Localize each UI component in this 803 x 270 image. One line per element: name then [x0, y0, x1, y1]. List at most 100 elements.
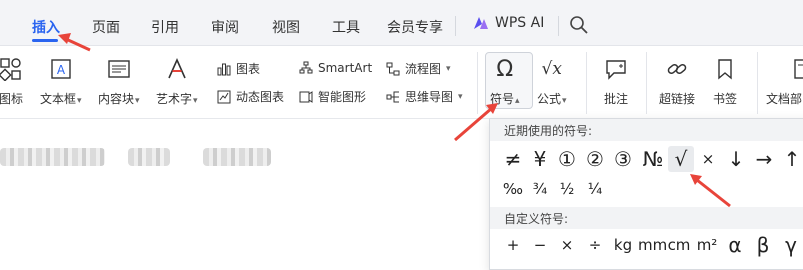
- symbol-item[interactable]: ①: [554, 146, 580, 172]
- symbol-item[interactable]: ③: [610, 146, 636, 172]
- symbol-item[interactable]: kg: [610, 232, 636, 258]
- content-block-icon: [106, 56, 132, 82]
- tab-view[interactable]: 视图: [272, 17, 300, 37]
- smart-shape-button[interactable]: 智能图形: [298, 88, 366, 105]
- chevron-down-icon: ▾: [446, 63, 451, 74]
- hyperlink-button[interactable]: 超链接: [659, 56, 695, 107]
- symbol-item[interactable]: ¥: [527, 146, 553, 172]
- svg-text:A: A: [57, 63, 66, 77]
- symbol-item[interactable]: β: [750, 232, 776, 258]
- content-block-button[interactable]: 内容块▾: [98, 56, 140, 107]
- symbol-item[interactable]: α: [722, 232, 748, 258]
- symbol-item[interactable]: ½: [554, 176, 580, 202]
- smartart-button[interactable]: SmartArt: [298, 60, 372, 76]
- wps-ai-button[interactable]: WPS AI: [473, 15, 544, 31]
- omega-icon: Ω: [496, 56, 514, 82]
- symbol-dropdown-panel: 近期使用的符号: ≠ ¥ ① ② ③ № √ × ↓ → ↑ ‰ ¾ ½ ¼ 自…: [489, 118, 803, 270]
- chevron-down-icon: ▾: [193, 96, 198, 106]
- chevron-down-icon: ▾: [135, 96, 140, 106]
- chevron-up-icon: ▴: [515, 96, 520, 106]
- blurred-document-text: [128, 148, 170, 166]
- symbol-item[interactable]: №: [640, 146, 666, 172]
- tab-review[interactable]: 审阅: [211, 17, 239, 37]
- tab-tools[interactable]: 工具: [332, 17, 360, 37]
- textbox-label: 文本框: [40, 92, 77, 106]
- formula-label: 公式: [537, 92, 562, 106]
- active-tab-indicator: [32, 39, 58, 42]
- comment-button[interactable]: 批注: [603, 56, 629, 107]
- icon-insert-button[interactable]: 图标: [0, 56, 24, 107]
- doc-parts-button[interactable]: 文档部: [766, 56, 803, 107]
- mindmap-label: 思维导图: [405, 90, 454, 104]
- flowchart-icon: [385, 61, 401, 77]
- chart-button[interactable]: 图表: [216, 60, 260, 77]
- wordart-button[interactable]: 艺术字▾: [156, 56, 198, 107]
- symbol-item[interactable]: m²: [694, 232, 720, 258]
- dynamic-chart-icon: [216, 89, 232, 105]
- symbol-item[interactable]: ¾: [527, 176, 553, 202]
- symbol-item[interactable]: ↓: [723, 146, 749, 172]
- search-icon[interactable]: [569, 15, 589, 35]
- smart-shape-label: 智能图形: [318, 90, 367, 104]
- blurred-document-text: [0, 148, 105, 166]
- bar-chart-icon: [216, 61, 232, 77]
- symbol-item[interactable]: γ: [778, 232, 803, 258]
- tab-page[interactable]: 页面: [92, 17, 120, 37]
- symbol-item[interactable]: ②: [582, 146, 608, 172]
- chevron-down-icon: ▾: [562, 96, 567, 106]
- symbol-item[interactable]: cm: [666, 232, 692, 258]
- symbol-item[interactable]: ¼: [582, 176, 608, 202]
- recent-symbols-header: 近期使用的符号:: [490, 119, 803, 141]
- tab-references[interactable]: 引用: [151, 17, 179, 37]
- dynamic-chart-button[interactable]: 动态图表: [216, 88, 284, 105]
- flowchart-button[interactable]: 流程图 ▾: [385, 60, 451, 77]
- tab-divider: [455, 16, 456, 36]
- comment-icon: [603, 56, 629, 82]
- custom-symbols-title: 自定义符号:: [504, 212, 569, 226]
- symbol-item[interactable]: ×: [554, 232, 580, 258]
- symbol-button[interactable]: Ω 符号▴: [490, 56, 520, 107]
- symbol-item-square-root[interactable]: √: [668, 146, 694, 172]
- tab-member[interactable]: 会员专享: [387, 17, 443, 37]
- mindmap-button[interactable]: 思维导图 ▾: [385, 88, 463, 105]
- bookmark-icon: [712, 56, 738, 82]
- custom-symbols-header: 自定义符号:: [490, 207, 803, 229]
- symbol-item[interactable]: ÷: [582, 232, 608, 258]
- doc-parts-label: 文档部: [766, 92, 803, 106]
- symbol-item[interactable]: ‰: [500, 176, 526, 202]
- bookmark-label: 书签: [712, 92, 737, 106]
- formula-button[interactable]: √x 公式▾: [537, 56, 567, 107]
- ribbon-divider: [646, 52, 647, 114]
- smart-shape-icon: [298, 89, 314, 105]
- symbol-item[interactable]: ×: [695, 146, 721, 172]
- ribbon-divider: [757, 52, 758, 114]
- wordart-label: 艺术字: [156, 92, 193, 106]
- symbol-item[interactable]: −: [527, 232, 553, 258]
- tab-divider: [558, 16, 559, 36]
- mindmap-icon: [385, 89, 401, 105]
- symbol-item[interactable]: mm: [638, 232, 667, 258]
- comment-label: 批注: [603, 92, 628, 106]
- chart-label: 图表: [236, 62, 261, 76]
- symbol-label: 符号: [490, 92, 515, 106]
- link-icon: [664, 56, 690, 82]
- doc-parts-icon: [792, 56, 803, 82]
- textbox-button[interactable]: A 文本框▾: [40, 56, 82, 107]
- symbol-item[interactable]: →: [751, 146, 777, 172]
- ribbon-divider: [586, 52, 587, 114]
- textbox-icon: A: [48, 56, 74, 82]
- smartart-label: SmartArt: [318, 61, 373, 75]
- formula-icon: √x: [541, 59, 562, 79]
- bookmark-button[interactable]: 书签: [712, 56, 738, 107]
- symbol-item[interactable]: +: [500, 232, 526, 258]
- chevron-down-icon: ▾: [458, 91, 463, 102]
- symbol-item[interactable]: ↑: [779, 146, 803, 172]
- ribbon-divider: [477, 52, 478, 114]
- symbol-item[interactable]: ≠: [500, 146, 526, 172]
- hyperlink-label: 超链接: [659, 92, 696, 106]
- tab-insert[interactable]: 插入: [32, 17, 60, 37]
- wps-ai-icon: [474, 17, 488, 29]
- wordart-icon: [164, 56, 190, 82]
- dynamic-chart-label: 动态图表: [236, 90, 285, 104]
- content-block-label: 内容块: [98, 92, 135, 106]
